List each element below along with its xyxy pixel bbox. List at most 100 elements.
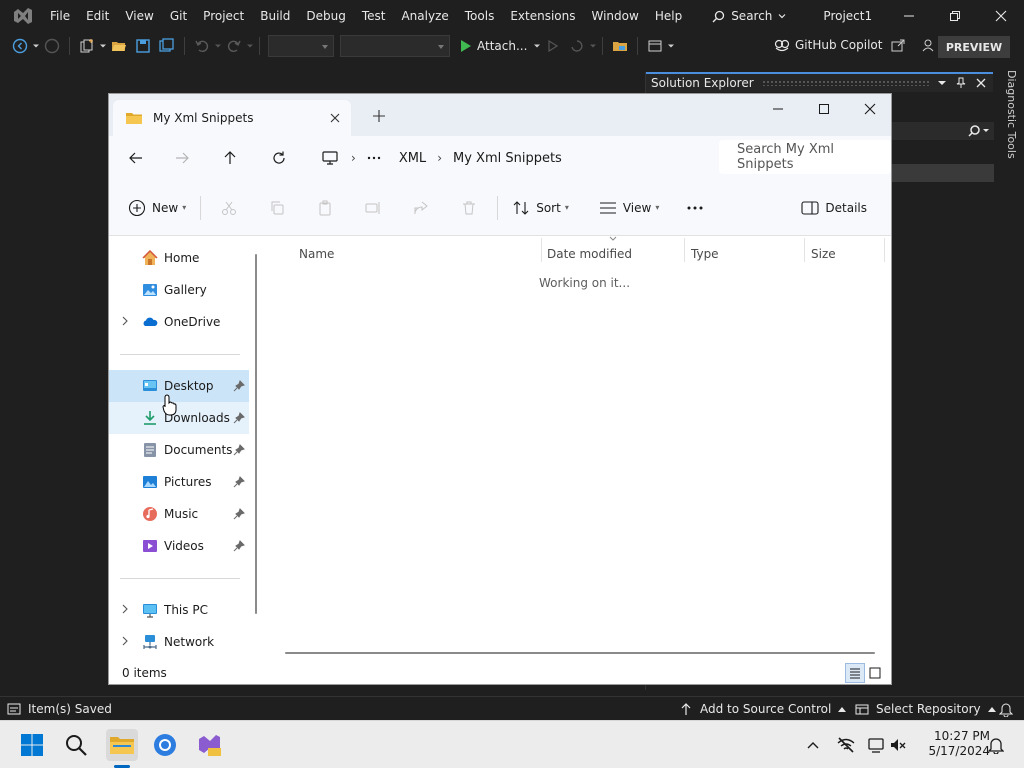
column-header-date-modified[interactable]: Date modified [547,242,632,266]
attach-button[interactable]: Attach... [461,39,541,53]
sidebar-item-gallery[interactable]: Gallery [109,274,249,306]
notification-bell-icon[interactable] [999,701,1013,717]
pin-icon[interactable] [233,540,245,552]
horizontal-scrollbar[interactable] [285,652,875,654]
rename-button[interactable] [361,196,385,220]
menu-debug[interactable]: Debug [298,0,353,32]
paste-button[interactable] [313,196,337,220]
menu-git[interactable]: Git [162,0,195,32]
delete-button[interactable] [457,196,481,220]
search-input[interactable]: Search My Xml Snippets [719,140,891,174]
chevron-down-icon[interactable] [32,42,40,50]
taskbar-browser[interactable] [149,729,181,761]
menu-test[interactable]: Test [354,0,394,32]
taskbar-search-button[interactable] [60,729,92,761]
volume-muted-icon[interactable] [890,737,906,753]
drag-handle[interactable] [761,80,929,86]
column-divider[interactable] [541,238,542,262]
details-pane-button[interactable]: Details [801,192,867,224]
breadcrumb-my-xml-snippets[interactable]: My Xml Snippets [453,151,562,166]
taskbar-clock[interactable]: 10:27 PM 5/17/2024 [918,729,990,759]
details-view-button[interactable] [845,663,865,683]
address-bar[interactable]: › XML › My Xml Snippets [313,142,713,174]
sidebar-item-desktop[interactable]: Desktop [109,370,249,402]
chevron-up-icon[interactable] [806,738,820,752]
menu-edit[interactable]: Edit [78,0,117,32]
menu-view[interactable]: View [117,0,161,32]
breadcrumb-xml[interactable]: XML [399,151,426,166]
sidebar-item-this-pc[interactable]: This PC [109,594,249,626]
open-folder-button[interactable] [109,36,129,56]
view-button[interactable]: View ▾ [599,192,659,224]
vs-minimize-button[interactable] [886,0,932,32]
save-button[interactable] [133,36,153,56]
menu-build[interactable]: Build [252,0,298,32]
column-header-type[interactable]: Type [691,242,719,266]
copy-button[interactable] [265,196,289,220]
sidebar-scrollbar[interactable] [255,254,257,614]
chevron-right-icon[interactable] [121,604,129,614]
solution-folder-button[interactable] [610,36,630,56]
sidebar-item-home[interactable]: Home [109,242,249,274]
share-button[interactable] [409,196,433,220]
sidebar-item-pictures[interactable]: Pictures [109,466,249,498]
sidebar-item-documents[interactable]: Documents [109,434,249,466]
explorer-maximize-button[interactable] [801,94,847,124]
new-project-button[interactable] [77,36,97,56]
menu-tools[interactable]: Tools [457,0,503,32]
sort-button[interactable]: Sort ▾ [512,192,569,224]
explorer-minimize-button[interactable] [755,94,801,124]
new-tab-icon[interactable] [371,108,387,124]
menu-help[interactable]: Help [647,0,690,32]
back-button[interactable] [126,148,146,168]
start-button[interactable] [16,729,48,761]
new-button[interactable]: New ▾ [128,192,186,224]
solution-explorer-search[interactable] [886,122,994,140]
github-copilot-button[interactable]: GitHub Copilot [774,37,942,53]
column-header-name[interactable]: Name [299,242,334,266]
close-tab-icon[interactable] [327,110,343,126]
solution-tree-row[interactable] [886,164,994,182]
chevron-down-icon[interactable] [937,78,947,88]
chevron-down-icon[interactable] [246,42,254,50]
menu-window[interactable]: Window [584,0,647,32]
undo-button[interactable] [192,36,212,56]
navigate-forward-button[interactable] [42,36,62,56]
menu-analyze[interactable]: Analyze [393,0,456,32]
vs-close-button[interactable] [978,0,1024,32]
feedback-icon[interactable] [921,37,937,53]
layout-button[interactable] [645,36,665,56]
device-status-icon[interactable] [868,736,886,754]
explorer-close-button[interactable] [847,94,891,124]
menu-extensions[interactable]: Extensions [502,0,583,32]
sidebar-item-downloads[interactable]: Downloads [109,402,249,434]
chevron-right-icon[interactable] [121,316,129,326]
network-disconnected-icon[interactable] [836,736,856,754]
pin-icon[interactable] [233,380,245,392]
chevron-down-icon[interactable] [589,42,597,50]
column-divider[interactable] [804,238,805,262]
column-divider[interactable] [684,238,685,262]
sidebar-item-music[interactable]: Music [109,498,249,530]
save-all-button[interactable] [157,36,177,56]
share-icon[interactable] [890,37,906,53]
sidebar-item-onedrive[interactable]: OneDrive [109,306,249,338]
notification-bell-icon[interactable] [988,736,1004,754]
start-without-debugging-button[interactable] [543,36,563,56]
column-divider[interactable] [884,238,885,262]
sidebar-item-videos[interactable]: Videos [109,530,249,562]
vs-restore-button[interactable] [932,0,978,32]
navigate-back-button[interactable] [10,36,30,56]
diagnostic-tools-tab[interactable]: Diagnostic Tools [998,70,1018,160]
output-icon[interactable] [6,701,22,717]
large-icons-view-button[interactable] [865,663,885,683]
pin-icon[interactable] [233,508,245,520]
chevron-down-icon[interactable] [667,42,675,50]
visual-studio-logo-icon[interactable] [12,5,34,27]
solution-platform-combo[interactable] [340,35,450,57]
solution-configuration-combo[interactable] [268,35,334,57]
taskbar-file-explorer[interactable] [106,729,138,761]
column-header-size[interactable]: Size [811,242,836,266]
more-horizontal-icon[interactable] [366,155,382,161]
chevron-down-icon[interactable] [214,42,222,50]
